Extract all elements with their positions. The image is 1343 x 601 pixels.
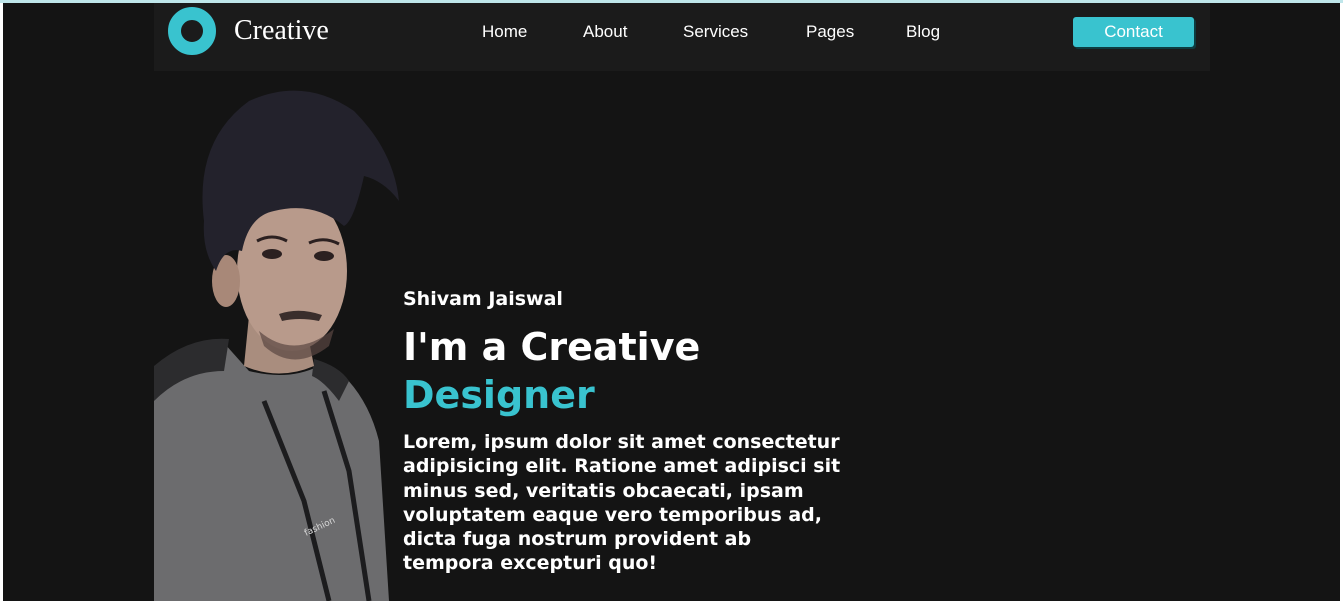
profile-portrait: fashion xyxy=(154,90,399,601)
hero-section: Shivam Jaiswal I'm a Creative Designer L… xyxy=(403,286,843,576)
ring-logo-icon[interactable] xyxy=(168,7,216,55)
nav-link-home[interactable]: Home xyxy=(482,22,527,42)
hero-name: Shivam Jaiswal xyxy=(403,288,563,310)
navbar: Creative Home About Services Pages Blog … xyxy=(154,3,1210,71)
portrait-shirt xyxy=(154,343,389,601)
hero-title: I'm a Creative xyxy=(403,325,701,369)
nav-link-about[interactable]: About xyxy=(583,22,627,42)
hero-title-accent: Designer xyxy=(403,373,595,417)
nav-link-blog[interactable]: Blog xyxy=(906,22,940,42)
hero-description: Lorem, ipsum dolor sit amet consectetur … xyxy=(403,431,841,575)
page-viewport: Creative Home About Services Pages Blog … xyxy=(3,3,1340,601)
contact-button[interactable]: Contact xyxy=(1073,17,1194,47)
nav-link-services[interactable]: Services xyxy=(683,22,748,42)
nav-link-pages[interactable]: Pages xyxy=(806,22,854,42)
browser-frame: Creative Home About Services Pages Blog … xyxy=(0,0,1343,601)
brand-name[interactable]: Creative xyxy=(234,15,329,47)
